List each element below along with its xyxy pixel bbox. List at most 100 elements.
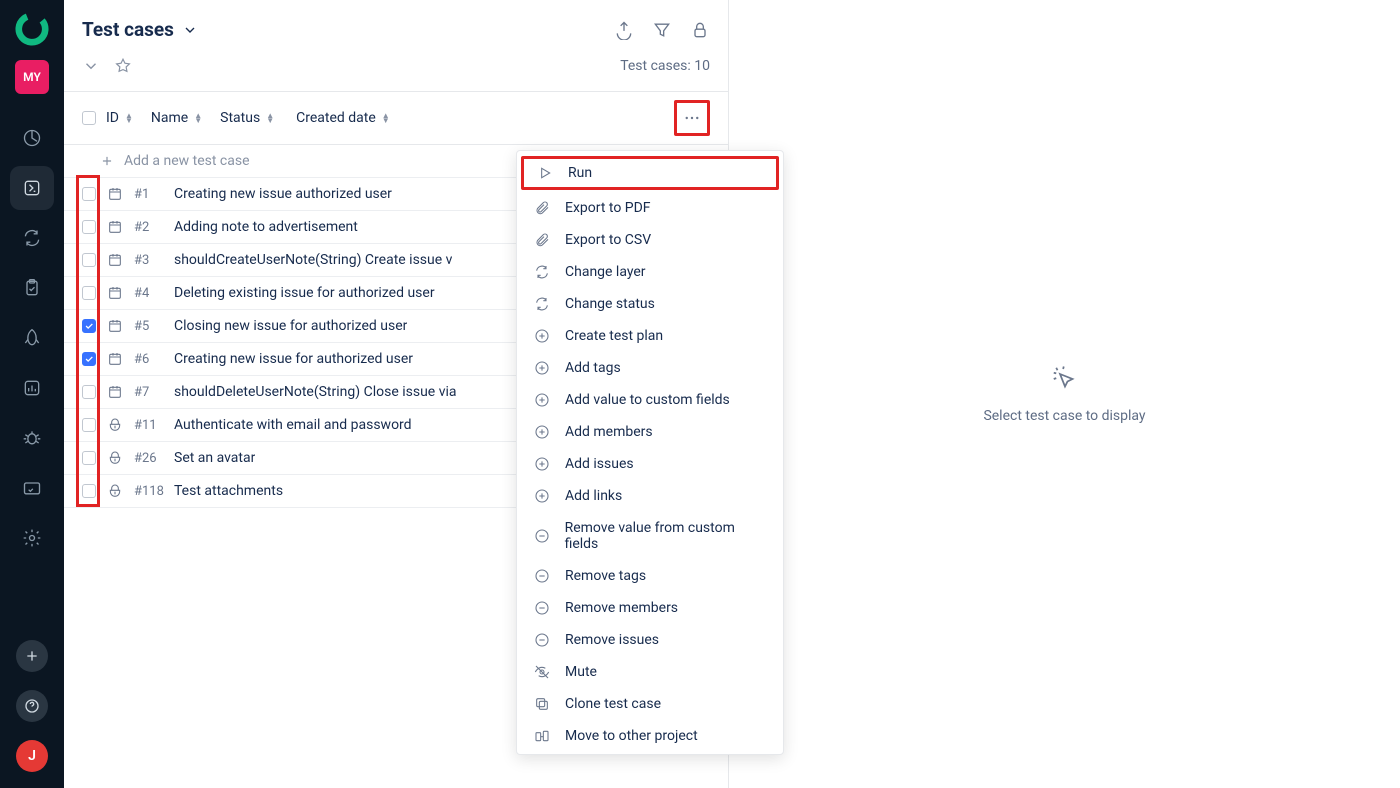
dropdown-item[interactable]: Change status: [517, 288, 783, 320]
minusc-icon: [533, 632, 551, 648]
user-avatar[interactable]: J: [16, 740, 48, 772]
page-title: Test cases: [82, 18, 174, 41]
dropdown-item-label: Remove members: [565, 600, 678, 616]
actions-dropdown: Run Export to PDFExport to CSVChange laye…: [516, 150, 784, 755]
row-checkbox[interactable]: [82, 385, 96, 399]
dropdown-item[interactable]: Add members: [517, 416, 783, 448]
dropdown-item[interactable]: Remove issues: [517, 624, 783, 656]
row-name: Closing new issue for authorized user: [174, 318, 407, 334]
column-name[interactable]: Name▲▼: [151, 110, 202, 126]
more-actions-button[interactable]: [677, 103, 707, 133]
plusc-icon: [533, 360, 551, 376]
row-name: shouldCreateUserNote(String) Create issu…: [174, 252, 452, 268]
project-badge[interactable]: MY: [15, 60, 49, 94]
row-checkbox[interactable]: [82, 286, 96, 300]
nav-bugs-icon[interactable]: [10, 416, 54, 460]
dropdown-item[interactable]: Remove tags: [517, 560, 783, 592]
empty-state-text: Select test case to display: [983, 408, 1145, 424]
minusc-icon: [533, 600, 551, 616]
row-id: #2: [134, 220, 164, 235]
dropdown-item-label: Remove value from custom fields: [565, 520, 767, 552]
dropdown-item[interactable]: Add value to custom fields: [517, 384, 783, 416]
dropdown-item-label: Move to other project: [565, 728, 698, 744]
dropdown-item[interactable]: Add tags: [517, 352, 783, 384]
column-id[interactable]: ID▲▼: [106, 110, 133, 126]
filter-icon[interactable]: [652, 20, 672, 40]
dropdown-item-label: Add tags: [565, 360, 621, 376]
help-button[interactable]: [16, 690, 48, 722]
dropdown-item-label: Create test plan: [565, 328, 663, 344]
add-test-case-label: Add a new test case: [124, 153, 250, 169]
dropdown-item[interactable]: Add issues: [517, 448, 783, 480]
upload-icon[interactable]: [614, 20, 634, 40]
dropdown-item[interactable]: Add links: [517, 480, 783, 512]
dropdown-item[interactable]: Move to other project: [517, 720, 783, 752]
row-id: #6: [134, 352, 164, 367]
dropdown-item[interactable]: Change layer: [517, 256, 783, 288]
nav-sync-icon[interactable]: [10, 216, 54, 260]
row-checkbox[interactable]: [82, 484, 96, 498]
minusc-icon: [533, 528, 551, 544]
nav-analytics-icon[interactable]: [10, 366, 54, 410]
nav-testcases-icon[interactable]: [10, 166, 54, 210]
more-actions-highlight: [674, 100, 710, 136]
dropdown-item[interactable]: Export to CSV: [517, 224, 783, 256]
dropdown-item[interactable]: Remove value from custom fields: [517, 512, 783, 560]
cursor-click-icon: [1050, 364, 1080, 394]
app-logo[interactable]: [15, 12, 49, 46]
row-checkbox[interactable]: [82, 187, 96, 201]
dropdown-item-label: Add issues: [565, 456, 634, 472]
nav-launch-icon[interactable]: [10, 316, 54, 360]
row-type-icon: [106, 351, 124, 367]
dropdown-item[interactable]: Export to PDF: [517, 192, 783, 224]
row-type-icon: [106, 285, 124, 301]
row-checkbox[interactable]: [82, 319, 96, 333]
dropdown-item-label: Remove issues: [565, 632, 659, 648]
column-created[interactable]: Created date▲▼: [296, 110, 390, 126]
table-header: ID▲▼ Name▲▼ Status▲▼ Created date▲▼: [64, 91, 728, 145]
row-id: #1: [134, 187, 164, 202]
add-button[interactable]: [16, 640, 48, 672]
row-type-icon: [106, 483, 124, 499]
row-type-icon: [106, 219, 124, 235]
move-icon: [533, 728, 551, 744]
row-name: Creating new issue for authorized user: [174, 351, 413, 367]
dropdown-item[interactable]: Run: [524, 159, 776, 187]
row-id: #7: [134, 385, 164, 400]
row-checkbox[interactable]: [82, 352, 96, 366]
row-type-icon: [106, 318, 124, 334]
row-checkbox[interactable]: [82, 418, 96, 432]
row-checkbox[interactable]: [82, 253, 96, 267]
nav-settings-icon[interactable]: [10, 516, 54, 560]
nav-overview-icon[interactable]: [10, 116, 54, 160]
mute-icon: [533, 664, 551, 680]
expand-chevron-icon[interactable]: [82, 57, 100, 75]
dropdown-item-label: Add members: [565, 424, 653, 440]
refresh-icon: [533, 264, 551, 280]
plusc-icon: [533, 328, 551, 344]
dropdown-item[interactable]: Clone test case: [517, 688, 783, 720]
page-title-row[interactable]: Test cases: [82, 18, 198, 41]
row-checkbox[interactable]: [82, 220, 96, 234]
row-name: Adding note to advertisement: [174, 219, 358, 235]
row-id: #118: [134, 484, 164, 499]
plus-icon: [100, 154, 114, 168]
nav-jobs-icon[interactable]: [10, 466, 54, 510]
select-all-checkbox[interactable]: [82, 111, 96, 125]
lock-icon[interactable]: [690, 20, 710, 40]
row-checkbox[interactable]: [82, 451, 96, 465]
dropdown-item-label: Remove tags: [565, 568, 646, 584]
refresh-icon: [533, 296, 551, 312]
row-type-icon: [106, 450, 124, 466]
play-icon: [536, 165, 554, 181]
minusc-icon: [533, 568, 551, 584]
column-status[interactable]: Status▲▼: [220, 110, 274, 126]
dropdown-item[interactable]: Create test plan: [517, 320, 783, 352]
nav-clipboard-icon[interactable]: [10, 266, 54, 310]
plusc-icon: [533, 456, 551, 472]
star-icon[interactable]: [114, 57, 132, 75]
dropdown-item[interactable]: Mute: [517, 656, 783, 688]
dropdown-item[interactable]: Remove members: [517, 592, 783, 624]
row-name: Creating new issue authorized user: [174, 186, 392, 202]
clone-icon: [533, 696, 551, 712]
